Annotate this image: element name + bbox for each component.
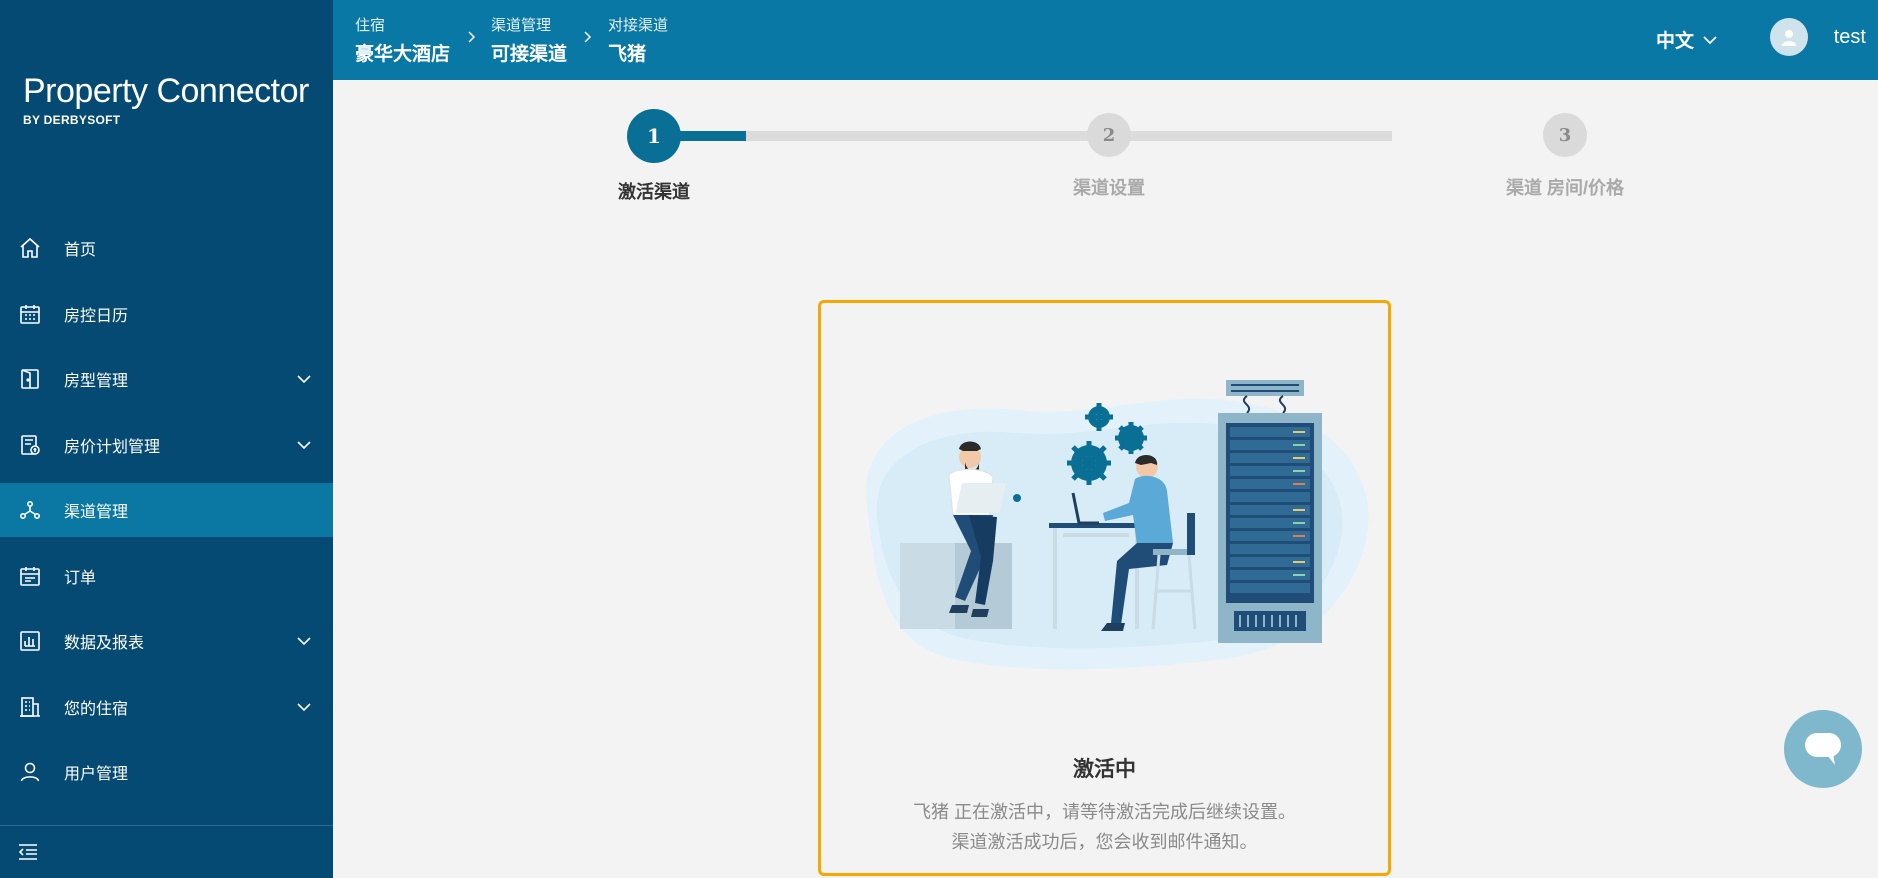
breadcrumb-caption: 渠道管理	[491, 17, 552, 34]
sidebar-item-label: 数据及报表	[64, 635, 145, 652]
step-3-circle: 3	[1543, 113, 1587, 157]
activation-status-card: 激活中 飞猪 正在激活中，请等待激活完成后继续设置。 渠道激活成功后，您会收到邮…	[818, 300, 1391, 876]
activation-status-title: 激活中	[1073, 758, 1136, 781]
activation-message-line-1: 飞猪 正在激活中，请等待激活完成后继续设置。	[913, 802, 1296, 822]
step-1-label: 激活渠道	[618, 182, 690, 202]
username[interactable]: test	[1834, 26, 1866, 49]
sidebar-item-label: 首页	[64, 242, 97, 259]
breadcrumb-caption: 对接渠道	[608, 17, 669, 34]
rate-plan-icon	[21, 434, 40, 455]
breadcrumb-caption: 住宿	[355, 17, 386, 34]
sidebar-item-users[interactable]: 用户管理	[0, 745, 333, 799]
breadcrumb-item-channel-management[interactable]: 渠道管理 可接渠道	[491, 14, 567, 66]
breadcrumb-item-property[interactable]: 住宿 豪华大酒店	[355, 14, 450, 66]
sidebar-item-label: 您的住宿	[64, 700, 129, 718]
chevron-down-icon	[1703, 35, 1717, 44]
breadcrumb-value: 飞猪	[608, 44, 647, 65]
step-3-label: 渠道 房间/价格	[1505, 178, 1625, 198]
brand-title: Property Connector	[23, 72, 309, 110]
step-2-label: 渠道设置	[1073, 178, 1145, 198]
channel-icon	[19, 500, 40, 520]
chevron-down-icon	[297, 375, 311, 384]
user-icon	[20, 762, 40, 782]
calendar-icon	[20, 304, 40, 324]
breadcrumb-value: 豪华大酒店	[355, 44, 451, 65]
user-avatar-icon	[1781, 30, 1797, 46]
chat-support-button[interactable]	[1784, 710, 1862, 788]
activation-stepper: 1 2 3 激活渠道 渠道设置 渠道 房间/价格	[333, 80, 1878, 220]
top-header: 住宿 豪华大酒店 渠道管理 可接渠道 对接渠道 飞猪 中文 test	[333, 0, 1878, 80]
stepper-track	[654, 131, 1392, 141]
sidebar-item-calendar[interactable]: 房控日历	[0, 287, 333, 341]
chevron-right-icon	[468, 31, 476, 43]
collapse-menu-icon[interactable]	[16, 840, 40, 864]
avatar[interactable]	[1770, 18, 1808, 56]
sidebar-item-label: 订单	[64, 569, 97, 587]
chevron-down-icon	[297, 440, 311, 449]
home-icon	[20, 237, 40, 258]
chevron-down-icon	[297, 637, 311, 646]
language-label: 中文	[1655, 31, 1694, 52]
order-icon	[20, 566, 40, 586]
step-number: 1	[647, 124, 661, 148]
sidebar-item-label: 房控日历	[64, 307, 129, 325]
brand-subtitle: BY DERBYSOFT	[23, 113, 121, 127]
sidebar: Property Connector BY DERBYSOFT 首页 房控日历 …	[0, 0, 333, 878]
sidebar-nav: 首页 房控日历 房型管理 房价计划管理 渠道管理 订单 数据及报表 您的住宿 用…	[0, 221, 333, 811]
brand-logo[interactable]: Property Connector BY DERBYSOFT	[23, 72, 309, 127]
breadcrumb-value: 可接渠道	[491, 44, 568, 65]
activation-message-line-2: 渠道激活成功后，您会收到邮件通知。	[951, 832, 1258, 852]
chat-bubble-icon	[1805, 733, 1841, 765]
sidebar-item-properties[interactable]: 您的住宿	[0, 680, 333, 734]
sidebar-divider	[0, 825, 333, 826]
sidebar-item-channels[interactable]: 渠道管理	[0, 483, 333, 537]
sidebar-item-rate-plans[interactable]: 房价计划管理	[0, 418, 333, 472]
chevron-right-icon	[584, 31, 592, 43]
report-icon	[20, 631, 40, 651]
step-number: 2	[1102, 124, 1116, 146]
language-selector[interactable]: 中文	[1656, 26, 1718, 53]
sidebar-item-home[interactable]: 首页	[0, 221, 333, 275]
step-1-circle: 1	[627, 109, 681, 163]
activation-illustration	[866, 380, 1369, 670]
breadcrumb-item-connect-channel[interactable]: 对接渠道 飞猪	[608, 14, 668, 66]
sidebar-item-label: 用户管理	[64, 766, 129, 783]
sidebar-item-label: 房价计划管理	[64, 438, 161, 456]
sidebar-item-orders[interactable]: 订单	[0, 549, 333, 603]
step-number: 3	[1558, 124, 1572, 146]
chevron-down-icon	[297, 702, 311, 711]
sidebar-item-label: 房型管理	[64, 373, 129, 390]
building-icon	[20, 696, 40, 717]
step-2-circle: 2	[1087, 113, 1131, 157]
sidebar-item-room-types[interactable]: 房型管理	[0, 352, 333, 406]
door-icon	[21, 369, 39, 389]
sidebar-item-label: 渠道管理	[64, 504, 129, 521]
sidebar-item-reports[interactable]: 数据及报表	[0, 614, 333, 668]
